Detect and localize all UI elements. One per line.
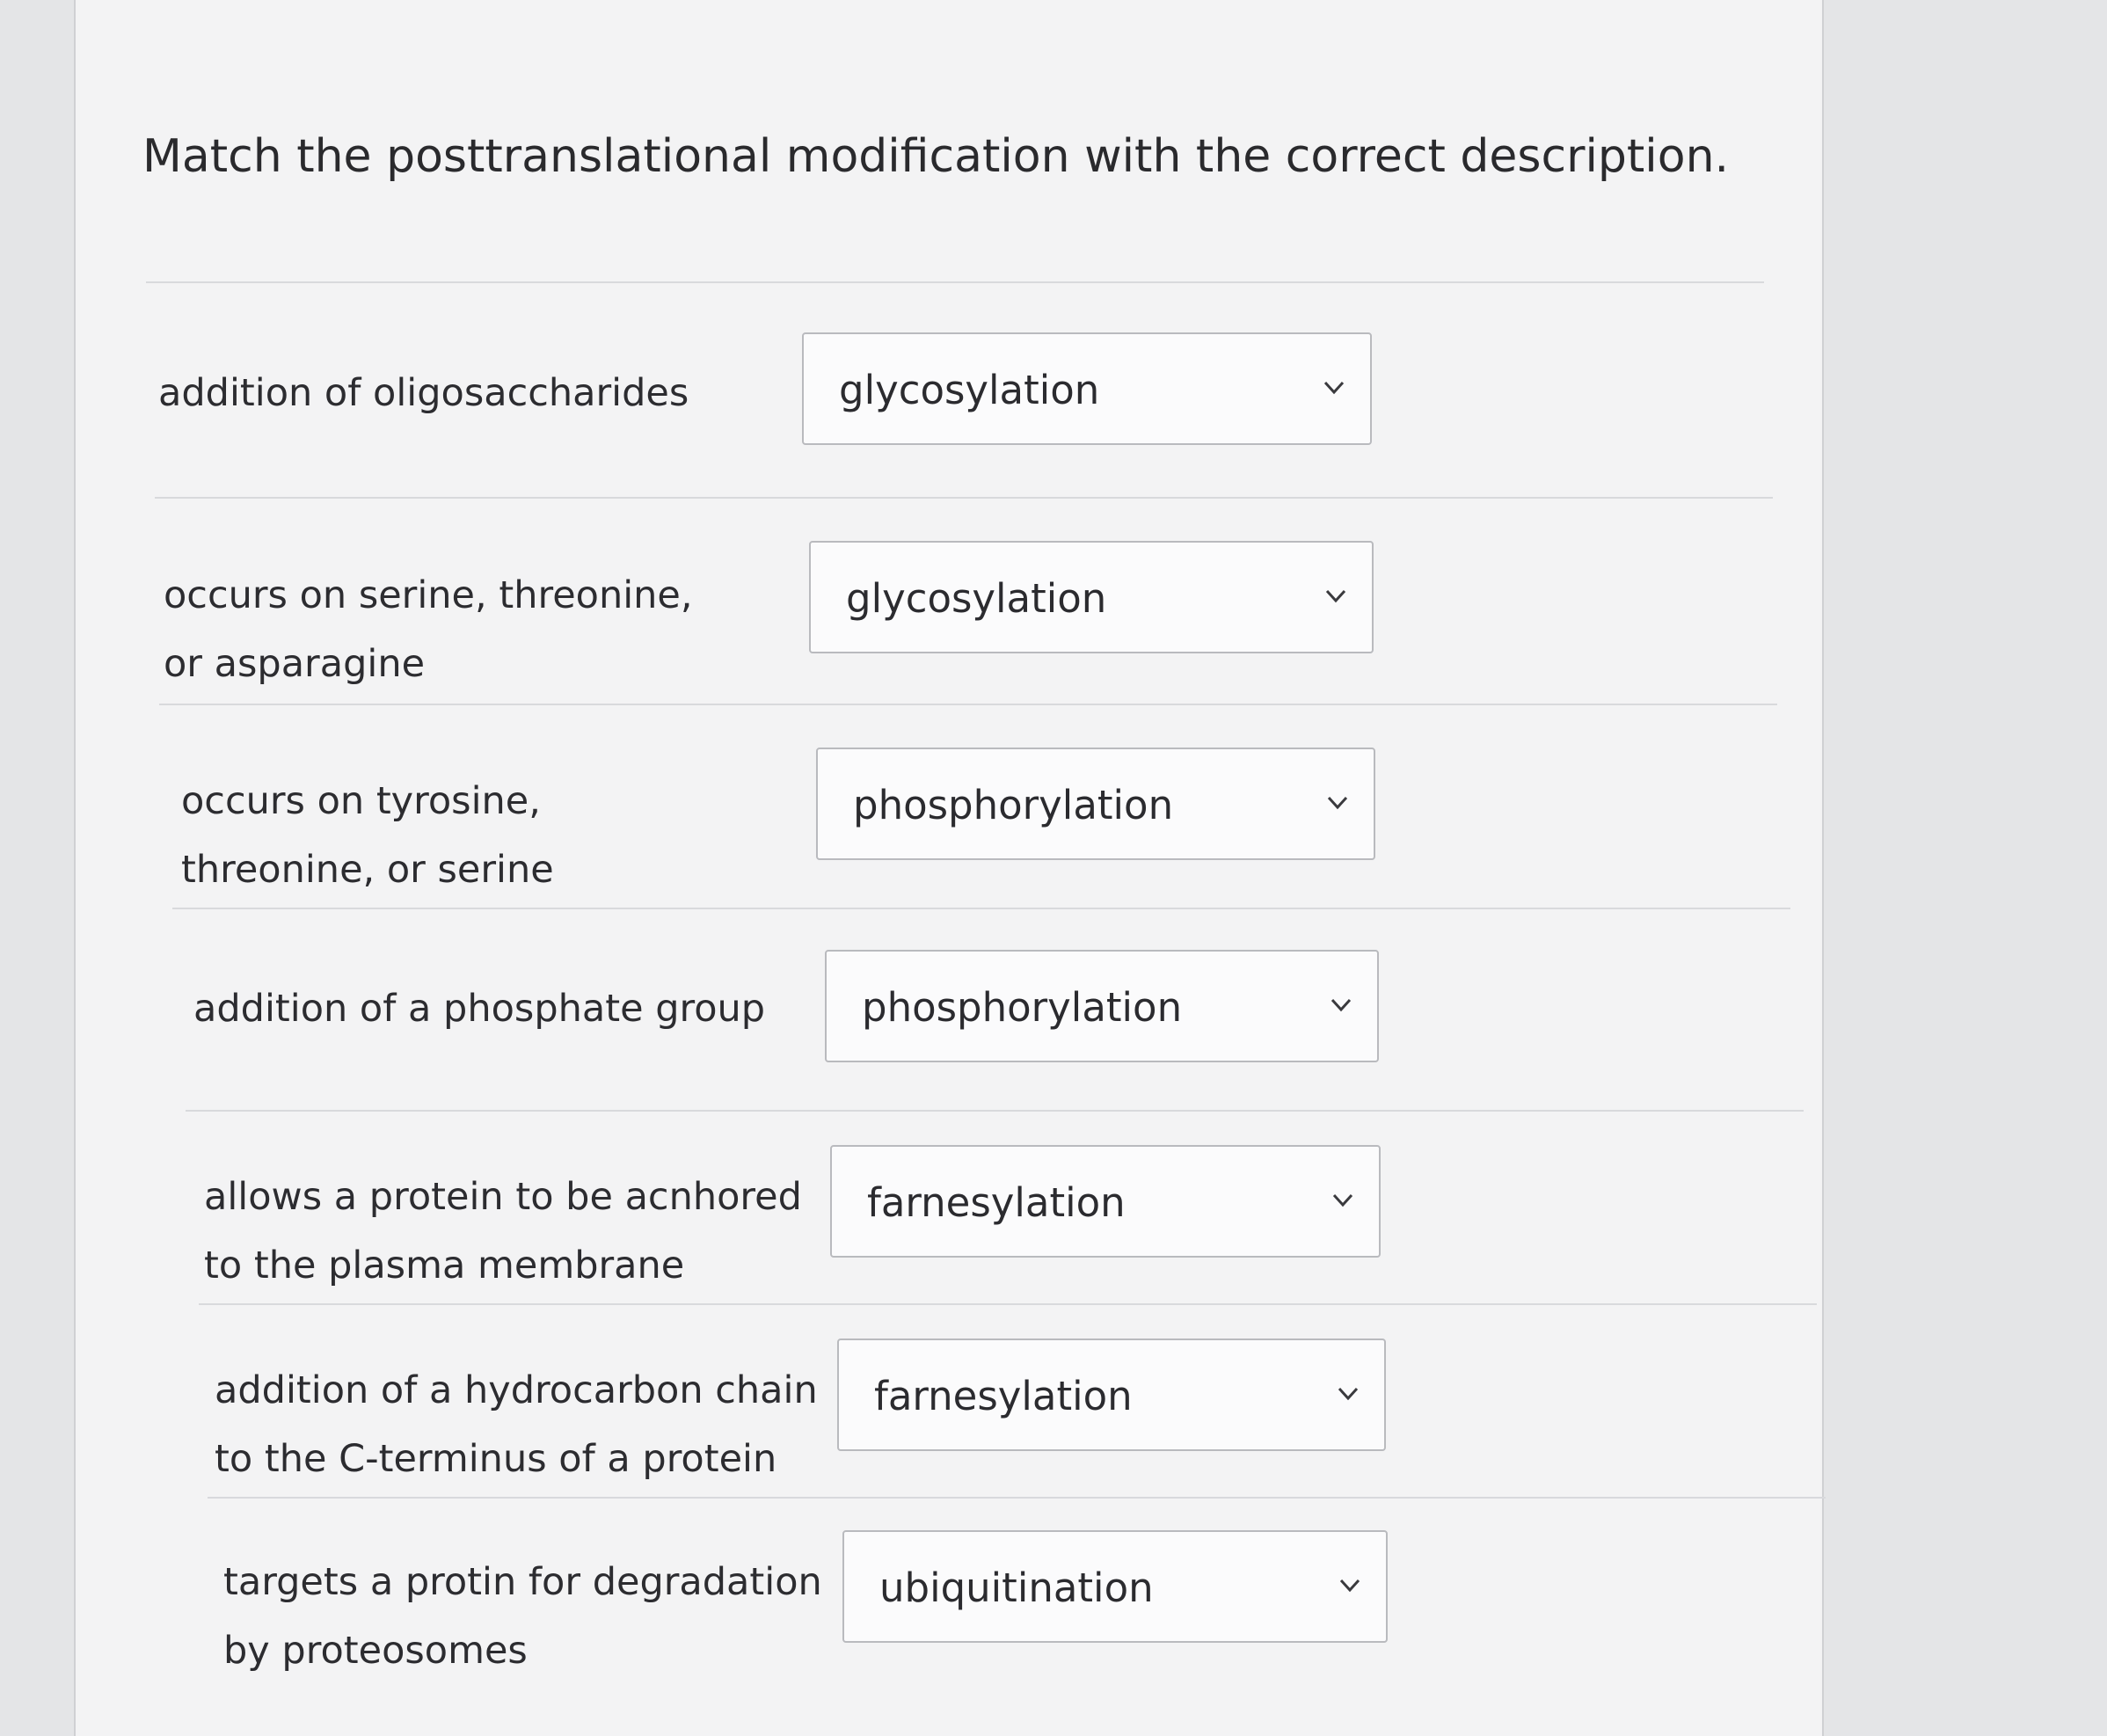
select-value-6: farnesylation	[874, 1373, 1133, 1419]
match-select-6[interactable]: farnesylation	[837, 1338, 1386, 1451]
select-value-4: phosphorylation	[862, 984, 1183, 1031]
divider	[208, 1497, 1826, 1499]
question-panel: Match the posttranslational modification…	[74, 0, 1826, 1736]
chevron-down-icon	[1335, 1381, 1361, 1407]
match-prompt-5: allows a protein to be acnhored to the p…	[204, 1175, 802, 1287]
chevron-down-icon	[1323, 583, 1349, 609]
match-prompt-3: occurs on tyrosine, threonine, or serine	[181, 779, 554, 892]
select-value-7: ubiquitination	[879, 1565, 1154, 1611]
select-value-1: glycosylation	[839, 367, 1100, 413]
chevron-down-icon	[1321, 375, 1347, 401]
chevron-down-icon	[1328, 992, 1354, 1018]
match-select-7[interactable]: ubiquitination	[842, 1530, 1388, 1643]
match-prompt-4: addition of a phosphate group	[193, 987, 766, 1031]
match-select-4[interactable]: phosphorylation	[825, 950, 1379, 1062]
select-value-3: phosphorylation	[853, 782, 1174, 828]
match-select-5[interactable]: farnesylation	[830, 1145, 1381, 1258]
match-select-2[interactable]: glycosylation	[809, 541, 1374, 653]
chevron-down-icon	[1337, 1572, 1363, 1599]
chevron-down-icon	[1324, 790, 1351, 816]
divider	[146, 281, 1764, 283]
match-select-1[interactable]: glycosylation	[802, 332, 1372, 445]
match-prompt-6: addition of a hydrocarbon chain to the C…	[215, 1368, 818, 1481]
divider	[186, 1110, 1804, 1112]
divider	[199, 1303, 1817, 1305]
match-select-3[interactable]: phosphorylation	[816, 748, 1375, 860]
select-value-2: glycosylation	[846, 575, 1107, 622]
match-prompt-7: targets a protin for degradation by prot…	[223, 1560, 822, 1673]
divider	[159, 704, 1777, 705]
divider	[155, 497, 1773, 499]
select-value-5: farnesylation	[867, 1179, 1126, 1226]
match-prompt-1: addition of oligosaccharides	[158, 371, 689, 415]
chevron-down-icon	[1330, 1187, 1356, 1214]
match-prompt-2: occurs on serine, threonine, or asparagi…	[164, 573, 693, 686]
question-title: Match the posttranslational modification…	[142, 130, 1730, 183]
divider	[172, 908, 1790, 909]
